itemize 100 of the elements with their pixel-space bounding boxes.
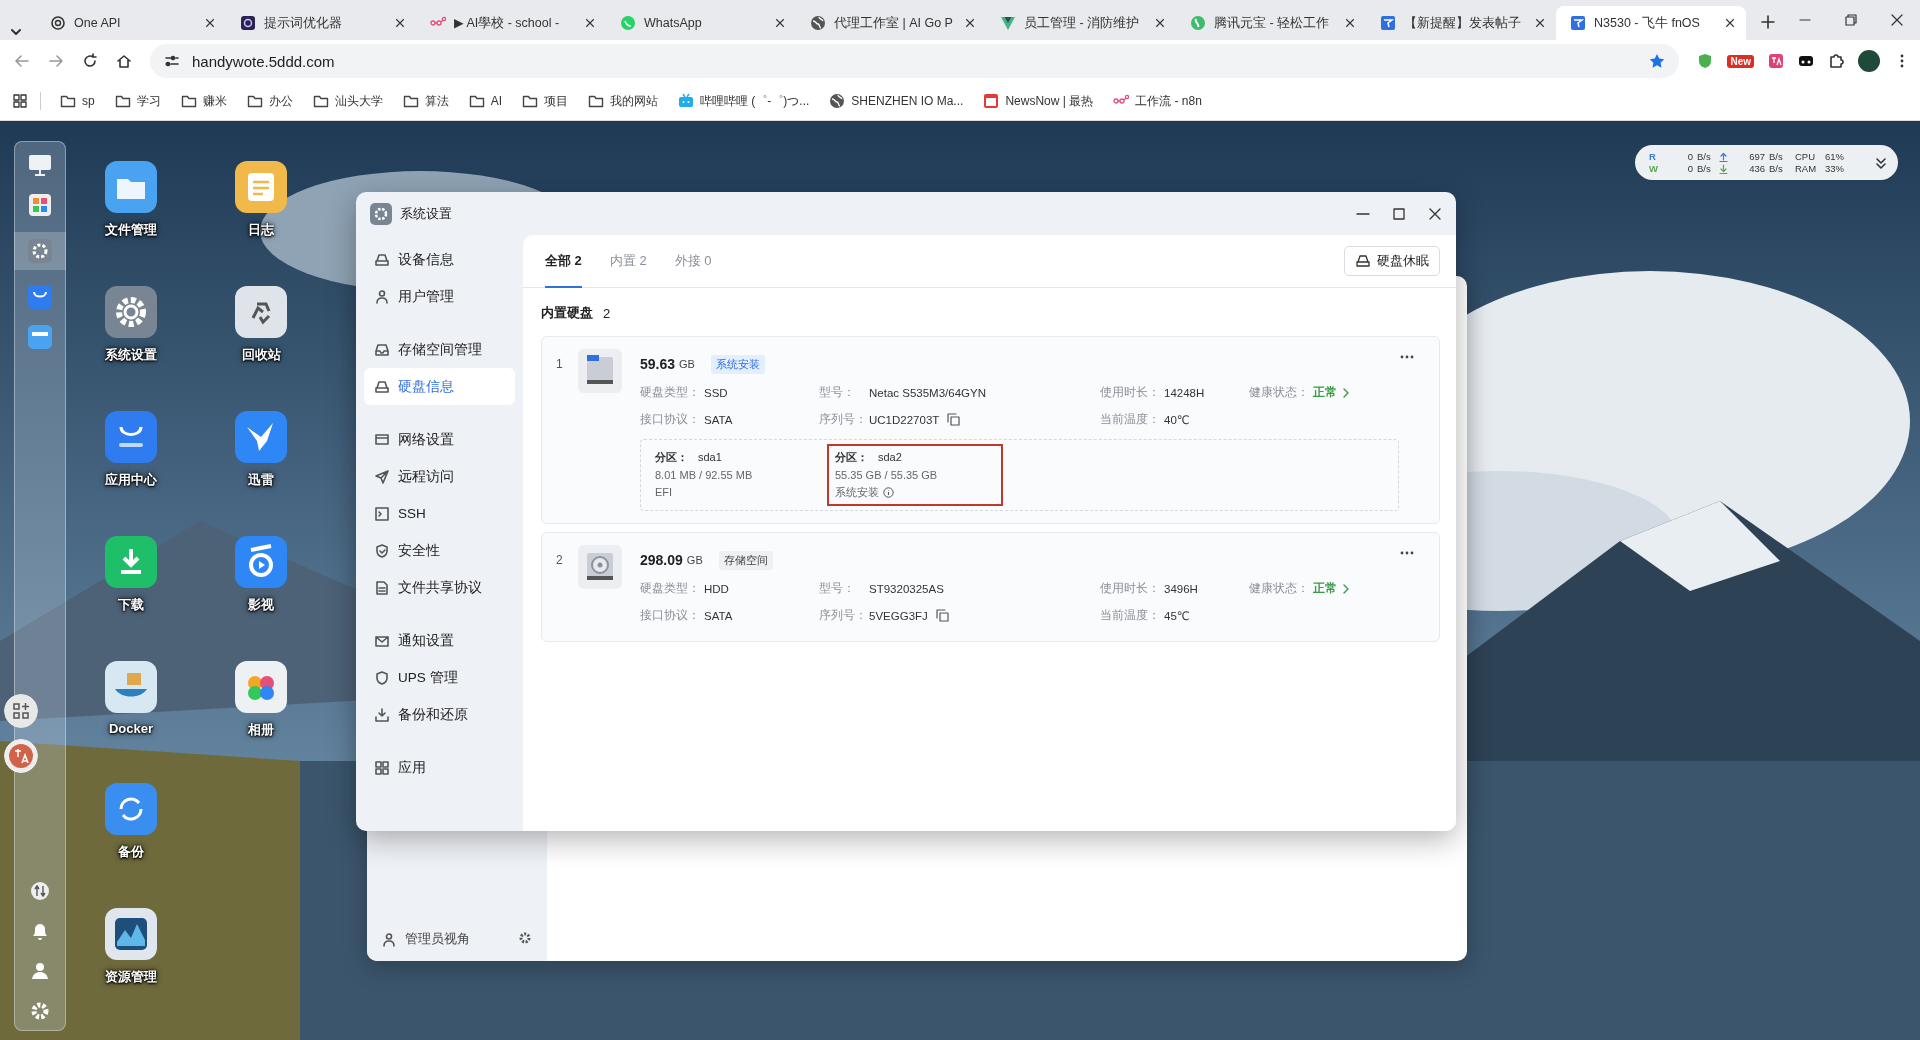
browser-tab[interactable]: 代理工作室 | AI Go P <box>796 6 986 40</box>
close-icon[interactable] <box>964 17 976 29</box>
bag-icon[interactable] <box>105 411 157 463</box>
sidebar-item[interactable]: 远程访问 <box>364 458 515 495</box>
puzzle-icon[interactable] <box>1828 53 1844 69</box>
sidebar-item[interactable]: 安全性 <box>364 532 515 569</box>
gear-icon[interactable] <box>27 238 53 264</box>
sidebar-item[interactable]: 通知设置 <box>364 622 515 659</box>
back-icon[interactable] <box>14 53 30 69</box>
close-icon[interactable] <box>1724 17 1736 29</box>
close-icon[interactable] <box>394 17 406 29</box>
folder-icon[interactable] <box>27 324 53 350</box>
bookmark[interactable]: 哔哩哔哩 (゜-゜)つ... <box>671 88 817 114</box>
app-label[interactable]: 应用中心 <box>105 471 157 489</box>
play-icon[interactable] <box>235 536 287 588</box>
reload-icon[interactable] <box>82 53 98 69</box>
bird-icon[interactable] <box>235 411 287 463</box>
site-settings-icon[interactable] <box>164 53 180 69</box>
widgets-icon[interactable] <box>4 694 38 728</box>
bookmark[interactable]: 汕头大学 <box>305 88 390 114</box>
sidebar-item[interactable]: 设备信息 <box>364 241 515 278</box>
notes-icon[interactable] <box>235 161 287 213</box>
star-icon[interactable] <box>1649 53 1666 69</box>
address-bar[interactable]: handywote.5ddd.com <box>150 44 1680 78</box>
bookmark[interactable]: NewsNow | 最热 <box>976 88 1101 114</box>
browser-tab[interactable]: WhatsApp <box>606 6 796 40</box>
browser-tab[interactable]: N3530 - 飞牛 fnOS <box>1556 6 1746 40</box>
browser-tab[interactable]: ▶ AI學校 - school - <box>416 6 606 40</box>
widgets-icon[interactable] <box>27 192 53 218</box>
chevron-icon[interactable] <box>1341 387 1351 398</box>
bookmark[interactable]: 学习 <box>107 88 168 114</box>
translate-icon[interactable] <box>1768 53 1784 69</box>
whale-icon[interactable] <box>105 661 157 713</box>
app-label[interactable]: 日志 <box>248 221 274 239</box>
close-icon[interactable] <box>774 17 786 29</box>
app-label[interactable]: 系统设置 <box>105 346 157 364</box>
settings-icon[interactable] <box>517 930 533 946</box>
app-label[interactable]: 影视 <box>248 596 274 614</box>
bookmark[interactable]: 工作流 - n8n <box>1106 88 1209 114</box>
close-icon[interactable] <box>1154 17 1166 29</box>
info-icon[interactable] <box>883 486 894 498</box>
disk-sleep-button[interactable]: 硬盘休眠 <box>1344 246 1440 276</box>
bookmark[interactable]: 赚米 <box>173 88 234 114</box>
app-label[interactable]: 文件管理 <box>105 221 157 239</box>
close-icon[interactable] <box>584 17 596 29</box>
app-label[interactable]: 下载 <box>118 596 144 614</box>
translate-icon[interactable] <box>4 739 38 773</box>
shield-icon[interactable] <box>1697 53 1714 69</box>
bookmark[interactable]: 办公 <box>239 88 300 114</box>
chevron-icon[interactable] <box>1341 583 1351 594</box>
apps-icon[interactable] <box>12 93 28 109</box>
sidebar-item[interactable]: 硬盘信息 <box>364 368 515 405</box>
copy-icon[interactable] <box>947 413 961 426</box>
close-icon[interactable] <box>1534 17 1546 29</box>
browser-tab[interactable]: 提示词优化器 <box>226 6 416 40</box>
sidebar-item[interactable]: 网络设置 <box>364 421 515 458</box>
sidebar-item[interactable]: UPS 管理 <box>364 659 515 696</box>
filter-tab[interactable]: 全部 2 <box>545 235 582 288</box>
maximize-icon[interactable] <box>1392 206 1406 221</box>
browser-tab[interactable]: 【新提醒】发表帖子 <box>1366 6 1556 40</box>
browser-tab[interactable]: One API <box>36 6 226 40</box>
extension-badge[interactable]: New <box>1727 54 1754 68</box>
browser-tab[interactable]: 腾讯元宝 - 轻松工作 <box>1176 6 1366 40</box>
sync-icon[interactable] <box>105 783 157 835</box>
sidebar-item[interactable]: 备份和还原 <box>364 696 515 733</box>
sidebar-item[interactable]: 应用 <box>364 749 515 786</box>
bookmark[interactable]: 算法 <box>395 88 456 114</box>
forward-icon[interactable] <box>48 53 64 69</box>
browser-tab[interactable]: 员工管理 - 消防维护 <box>986 6 1176 40</box>
copy-icon[interactable] <box>935 609 949 622</box>
bookmark[interactable]: 我的网站 <box>581 88 666 114</box>
sidebar-item[interactable]: SSH <box>364 495 515 532</box>
expand-icon[interactable] <box>1874 155 1888 170</box>
app-label[interactable]: 资源管理 <box>105 968 157 986</box>
sidebar-item[interactable]: 文件共享协议 <box>364 569 515 606</box>
sidebar-item[interactable]: 用户管理 <box>364 278 515 315</box>
home-icon[interactable] <box>116 53 132 69</box>
app-label[interactable]: 迅雷 <box>248 471 274 489</box>
folder-icon[interactable] <box>105 161 157 213</box>
download-icon[interactable] <box>105 536 157 588</box>
close-icon[interactable] <box>1344 17 1356 29</box>
close-icon[interactable] <box>204 17 216 29</box>
app-label[interactable]: 回收站 <box>241 346 281 364</box>
gear-icon[interactable] <box>105 286 157 338</box>
app-label[interactable]: 相册 <box>248 721 274 739</box>
extension-icon[interactable] <box>1798 53 1814 69</box>
bookmark[interactable]: sp <box>53 89 102 113</box>
close-icon[interactable] <box>1428 206 1442 221</box>
chart-icon[interactable] <box>105 908 157 960</box>
new-tab-icon[interactable] <box>1760 14 1776 30</box>
admin-view-label[interactable]: 管理员视角 <box>405 931 470 948</box>
app-label[interactable]: 备份 <box>118 843 144 861</box>
flower-icon[interactable] <box>235 661 287 713</box>
bookmark[interactable]: SHENZHEN IO Ma... <box>822 89 971 113</box>
bookmark[interactable]: AI <box>461 89 510 113</box>
sidebar-item[interactable]: 存储空间管理 <box>364 331 515 368</box>
bag-icon[interactable] <box>27 284 53 310</box>
recycle-icon[interactable] <box>235 286 287 338</box>
profile-avatar[interactable] <box>1858 50 1880 72</box>
app-label[interactable]: Docker <box>108 721 154 736</box>
